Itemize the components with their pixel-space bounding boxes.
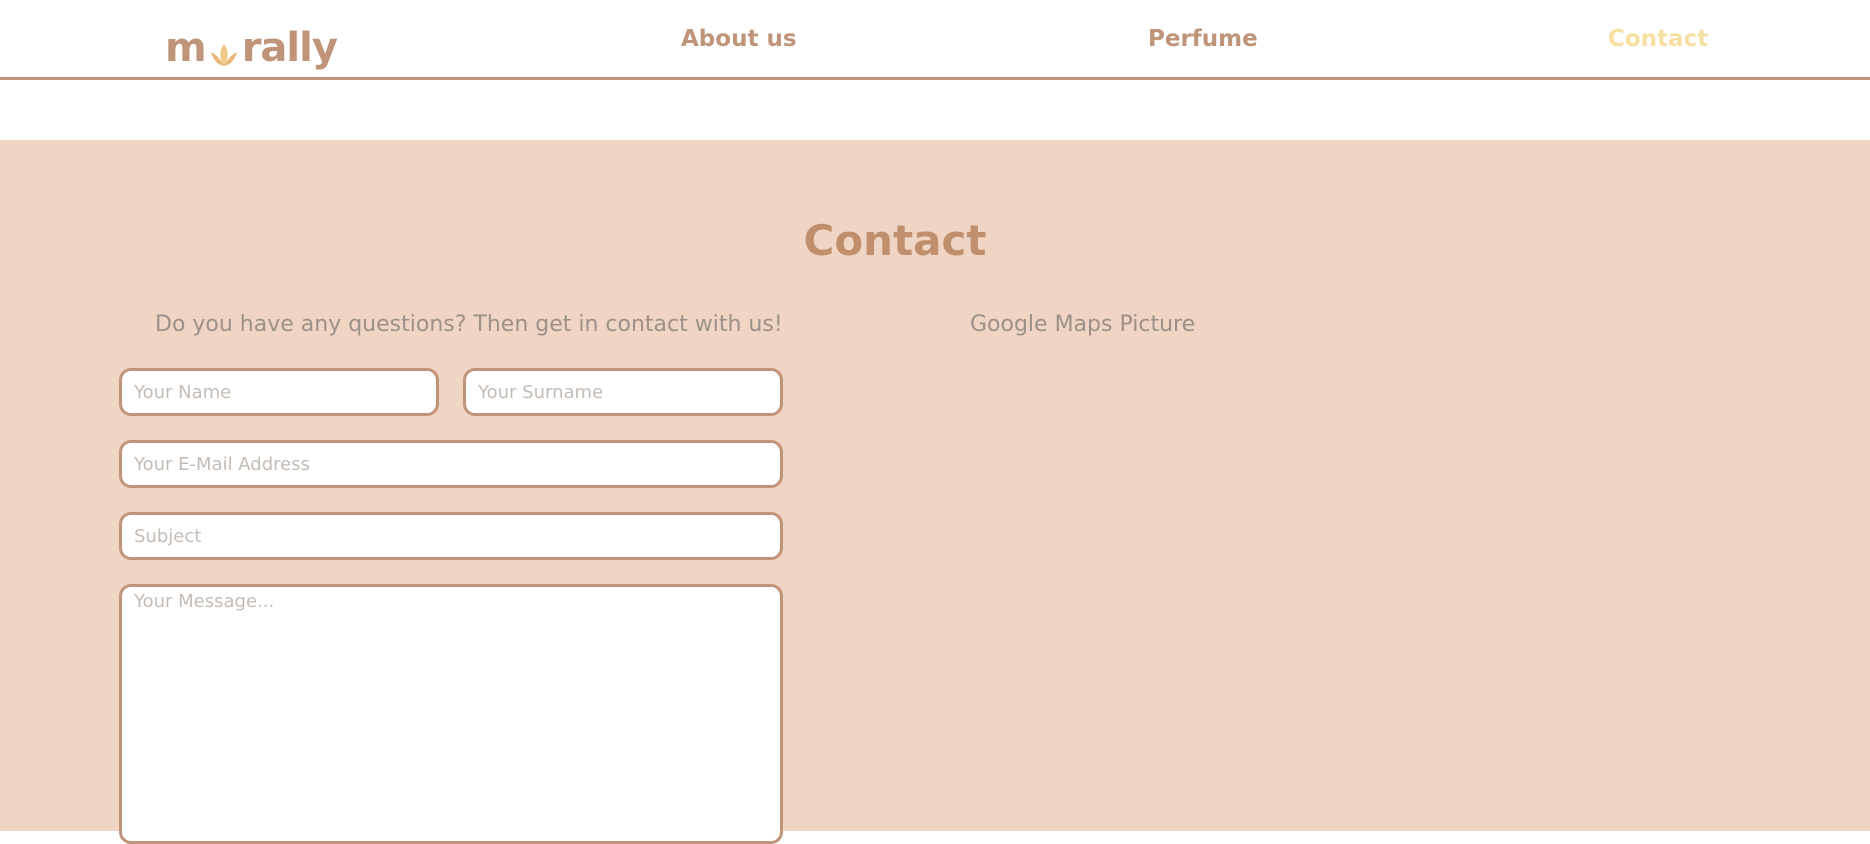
contact-intro-text: Do you have any questions? Then get in c… xyxy=(155,312,783,337)
lotus-icon xyxy=(207,38,241,68)
subject-input[interactable] xyxy=(119,512,783,560)
logo-text-left: m xyxy=(165,25,207,71)
logo-text-right: rally xyxy=(241,25,338,71)
surname-input[interactable] xyxy=(463,368,783,416)
email-input[interactable] xyxy=(119,440,783,488)
nav-contact[interactable]: Contact xyxy=(1608,26,1708,52)
message-textarea[interactable] xyxy=(119,584,783,844)
name-input[interactable] xyxy=(119,368,439,416)
page-title: Contact xyxy=(803,216,987,265)
nav-perfume[interactable]: Perfume xyxy=(1148,26,1258,52)
contact-section: Contact Do you have any questions? Then … xyxy=(0,140,1870,844)
logo[interactable]: m rally xyxy=(165,18,338,71)
site-header: m rally About us Perfume Contact xyxy=(0,0,1870,80)
map-placeholder: Google Maps Picture xyxy=(970,312,1196,337)
nav-about-us[interactable]: About us xyxy=(681,26,797,52)
